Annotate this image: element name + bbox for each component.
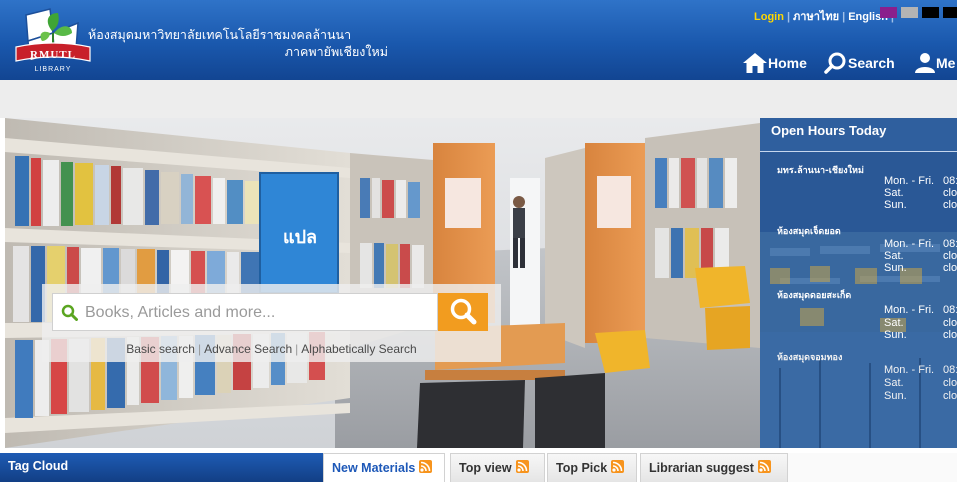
hours-row: Sat. clo [884, 317, 957, 329]
search-icon [61, 304, 78, 321]
separator: | [786, 11, 791, 23]
tab-librarian-suggest[interactable]: Librarian suggest [640, 453, 788, 482]
search-field [52, 293, 438, 332]
library-shelves-image: แปล [5, 118, 760, 448]
tab-bar-filler [788, 453, 957, 482]
hours-row: Sun. clo [884, 390, 957, 402]
hours-row: Mon. - Fri. 08: [884, 304, 957, 316]
hours-day: Sat. [884, 250, 904, 262]
hours-value: 08: [943, 238, 957, 250]
branch-name: ห้องสมุดเจ็ดยอด [777, 227, 841, 237]
hours-row: Mon. - Fri. 08: [884, 364, 957, 376]
hours-row: Sun. clo [884, 329, 957, 341]
nav-home-label: Home [768, 55, 807, 71]
toolbar-strip [0, 80, 957, 118]
thai-language-link[interactable]: ภาษาไทย [793, 11, 839, 23]
hours-row: Sun. clo [884, 262, 957, 274]
tab-label: Top view [459, 461, 512, 475]
tab-label: Librarian suggest [649, 461, 754, 475]
search-input[interactable] [83, 294, 437, 332]
open-hours-panel: Open Hours Today มทร.ล้านนา-เชียงใหม่ Mo… [760, 118, 957, 448]
hours-row: Sat. clo [884, 250, 957, 262]
advance-search-link[interactable]: Advance Search [204, 342, 292, 356]
hours-row: Sun. clo [884, 199, 957, 211]
tab-label: New Materials [332, 461, 416, 475]
hours-value: clo [943, 329, 957, 341]
basic-search-link[interactable]: Basic search [126, 342, 195, 356]
nav-search[interactable]: Search [824, 50, 895, 76]
nav-home[interactable]: Home [742, 50, 807, 76]
library-name: ห้องสมุดมหาวิทยาลัยเทคโนโลยีราชมงคลล้านน… [88, 26, 388, 60]
hours-value: clo [943, 250, 957, 262]
tab-label: Top Pick [556, 461, 608, 475]
hours-value: clo [943, 390, 957, 402]
hours-day: Mon. - Fri. [884, 175, 935, 187]
nav-search-label: Search [848, 55, 895, 71]
hours-day: Sun. [884, 390, 907, 402]
rss-icon[interactable] [515, 460, 529, 473]
hours-value: clo [943, 187, 957, 199]
hours-value: 08: [943, 304, 957, 316]
theme-swatch-black[interactable] [922, 7, 939, 18]
logo-text: RMUTL [30, 49, 76, 61]
hours-row: Sat. clo [884, 187, 957, 199]
hours-row: Sat. clo [884, 377, 957, 389]
search-icon [824, 52, 846, 74]
theme-swatch-gray[interactable] [901, 7, 918, 18]
hours-day: Sun. [884, 199, 907, 211]
hours-value: clo [943, 262, 957, 274]
search-submit-button[interactable] [438, 293, 488, 331]
hours-day: Mon. - Fri. [884, 304, 935, 316]
tag-cloud-header: Tag Cloud [0, 453, 323, 482]
search-icon [450, 298, 477, 325]
home-icon [743, 53, 767, 73]
separator: | [295, 342, 299, 356]
separator: | [842, 11, 846, 23]
login-link[interactable]: Login [754, 11, 784, 23]
alphabetically-search-link[interactable]: Alphabetically Search [301, 342, 416, 356]
logo-subtext: LIBRARY [35, 66, 72, 73]
hours-value: clo [943, 317, 957, 329]
rmutl-library-logo[interactable]: RMUTL LIBRARY [14, 3, 92, 76]
site-header: RMUTL LIBRARY ห้องสมุดมหาวิทยาลัยเทคโนโล… [0, 0, 957, 80]
nav-member-label: Me [936, 55, 956, 71]
branch-name: มทร.ล้านนา-เชียงใหม่ [777, 166, 864, 176]
library-name-line2: ภาคพายัพเชียงใหม่ [284, 44, 388, 59]
hours-day: Sat. [884, 187, 904, 199]
hours-day: Sun. [884, 329, 907, 341]
separator: | [197, 342, 202, 356]
open-hours-title: Open Hours Today [760, 118, 957, 152]
theme-swatch-black-2[interactable] [943, 7, 957, 18]
rss-icon[interactable] [611, 460, 625, 473]
hours-value: 08: [943, 175, 957, 187]
tab-top-view[interactable]: Top view [450, 453, 545, 482]
branch-name: ห้องสมุดดอยสะเก็ด [777, 291, 852, 301]
search-panel: Basic search|Advance Search|Alphabetical… [42, 284, 501, 362]
hours-row: Mon. - Fri. 08: [884, 175, 957, 187]
hours-day: Mon. - Fri. [884, 364, 935, 376]
tab-top-pick[interactable]: Top Pick [547, 453, 637, 482]
library-name-line1: ห้องสมุดมหาวิทยาลัยเทคโนโลยีราชมงคลล้านน… [88, 27, 352, 42]
hero-banner: แปล [5, 118, 760, 448]
hero-book-label: แปล [283, 227, 317, 248]
theme-color-swatches [876, 7, 957, 18]
nav-member[interactable]: Me [914, 50, 955, 76]
hours-day: Sat. [884, 317, 904, 329]
rss-icon[interactable] [757, 460, 771, 473]
user-icon [915, 53, 935, 73]
hours-value: 08: [943, 364, 957, 376]
hours-day: Sat. [884, 377, 904, 389]
branch-name: ห้องสมุดจอมทอง [777, 353, 843, 363]
hours-day: Sun. [884, 262, 907, 274]
hours-row: Mon. - Fri. 08: [884, 238, 957, 250]
rss-icon[interactable] [419, 460, 433, 473]
tab-new-materials[interactable]: New Materials [323, 453, 445, 482]
hours-value: clo [943, 377, 957, 389]
theme-swatch-purple[interactable] [880, 7, 897, 18]
hours-value: clo [943, 199, 957, 211]
hours-day: Mon. - Fri. [884, 238, 935, 250]
search-options: Basic search | Advance Search | Alphabetical… [42, 342, 501, 356]
